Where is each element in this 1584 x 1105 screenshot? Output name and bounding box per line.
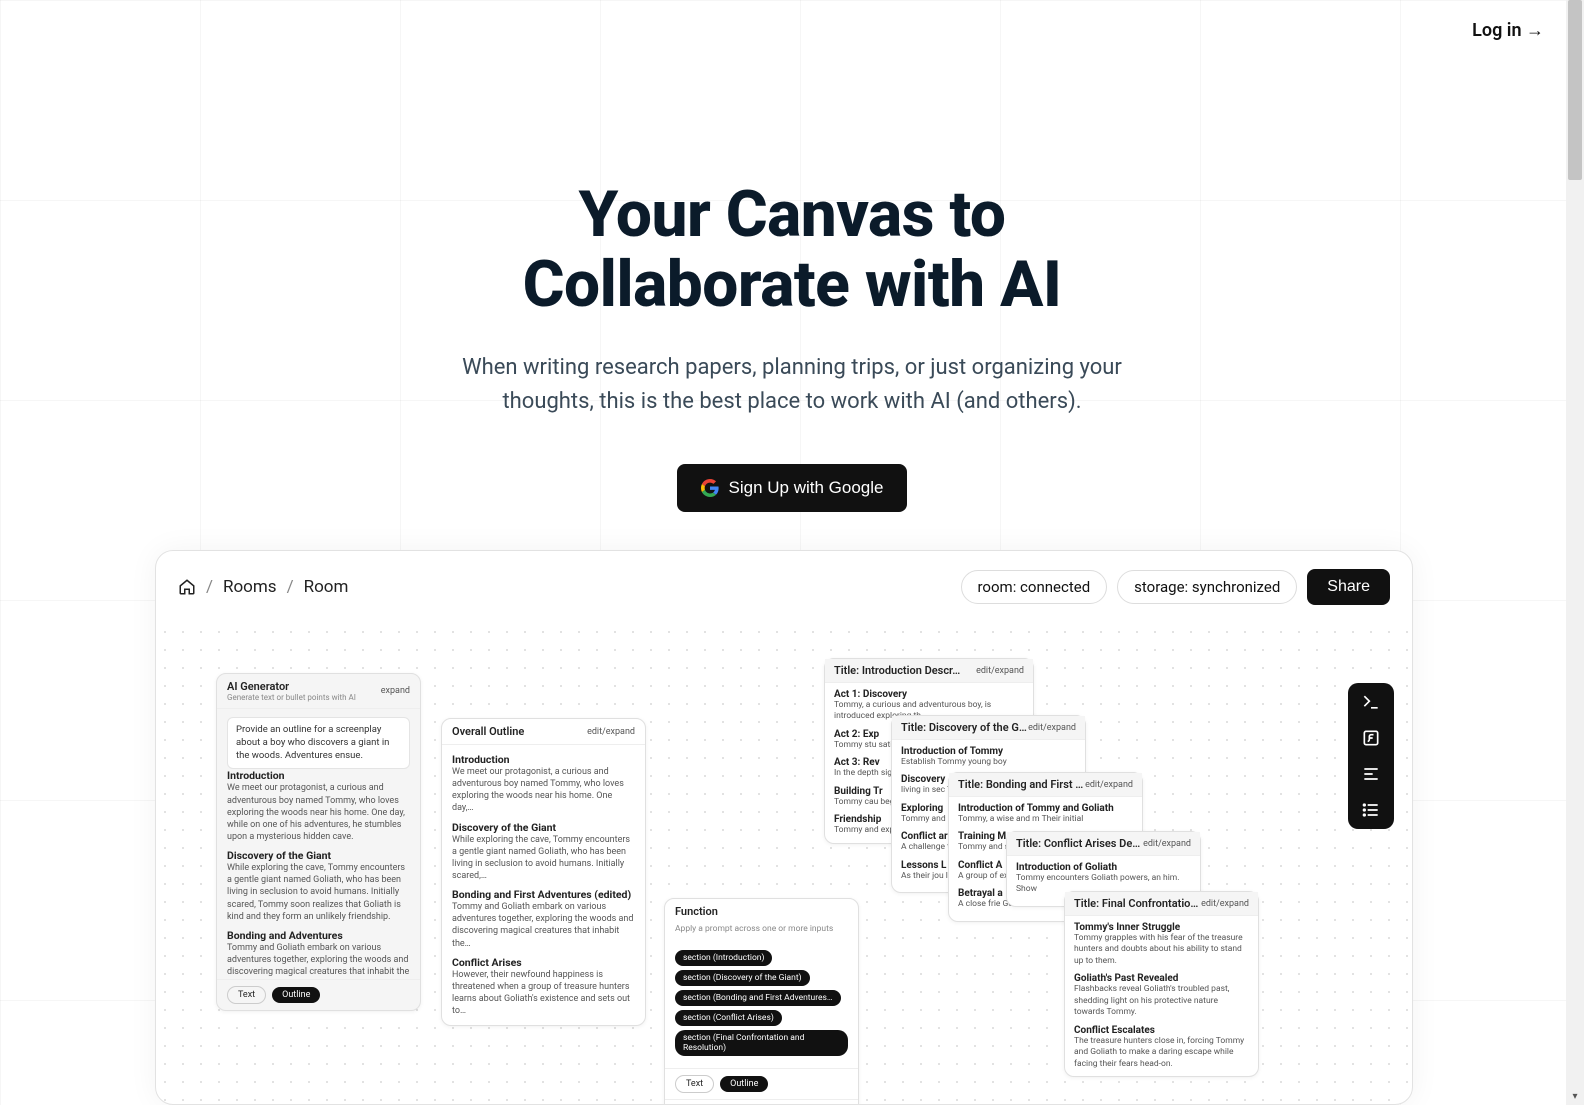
section-heading: Introduction of Goliath (1016, 862, 1191, 873)
section-text: Tommy and Goliath embark on various adve… (452, 901, 635, 950)
final-card-act[interactable]: edit/expand (1201, 899, 1249, 909)
conflict-card-title: Title: Conflict Arises De… (1016, 837, 1140, 850)
section-text: Flashbacks reveal Goliath's troubled pas… (1074, 984, 1249, 1018)
bonding-card-act[interactable]: edit/expand (1085, 780, 1133, 790)
scrollbar-down-arrow-icon[interactable]: ▾ (1566, 1087, 1584, 1105)
ai-prompt-text[interactable]: Provide an outline for a screenplay abou… (227, 717, 410, 769)
hero-subtitle: When writing research papers, planning t… (432, 351, 1152, 419)
conflict-card-act[interactable]: edit/expand (1143, 839, 1191, 849)
function-card-desc: Apply a prompt across one or more inputs (665, 924, 858, 938)
final-card-title: Title: Final Confrontatio… (1074, 897, 1198, 910)
home-icon[interactable] (178, 578, 196, 596)
scrollbar-thumb[interactable] (1568, 0, 1582, 180)
signup-google-button[interactable]: Sign Up with Google (677, 464, 908, 512)
hero-title-line2: Collaborate with AI (523, 247, 1062, 322)
text-left-tool-icon[interactable] (1360, 763, 1382, 785)
section-text: Tommy, a wise and m Their initial (958, 814, 1133, 825)
section-text: We meet our protagonist, a curious and a… (452, 766, 635, 815)
section-text: We meet our protagonist, a curious and a… (227, 782, 410, 843)
section-chip[interactable]: section (Conflict Arises) (675, 1010, 782, 1026)
preview-topbar: / Rooms / Room room: connected storage: … (156, 551, 1412, 623)
function-tool-icon[interactable] (1360, 727, 1382, 749)
login-link[interactable]: Log in → (1472, 20, 1544, 41)
ai-card-expand[interactable]: expand (381, 686, 410, 696)
section-heading: Introduction (227, 769, 410, 782)
section-heading: Introduction (452, 753, 635, 766)
intro-card-act[interactable]: edit/expand (976, 666, 1024, 676)
status-area: room: connected storage: synchronized Sh… (961, 569, 1391, 605)
status-storage-pill: storage: synchronized (1117, 570, 1297, 604)
section-heading: Bonding and First Adventures (edited) (452, 888, 635, 901)
func-outline-button[interactable]: Outline (720, 1076, 768, 1092)
breadcrumb-rooms[interactable]: Rooms (223, 577, 277, 597)
breadcrumb-sep: / (287, 577, 294, 597)
section-text: While exploring the cave, Tommy encounte… (227, 862, 410, 923)
hero-title: Your Canvas to Collaborate with AI (0, 180, 1584, 321)
side-toolbar (1348, 683, 1394, 829)
list-tool-icon[interactable] (1360, 799, 1382, 821)
share-button[interactable]: Share (1307, 569, 1390, 605)
section-heading: Conflict Escalates (1074, 1025, 1249, 1036)
section-heading: Conflict Arises (452, 956, 635, 969)
hero: Your Canvas to Collaborate with AI When … (0, 0, 1584, 512)
breadcrumb-sep: / (206, 577, 213, 597)
section-heading: Act 1: Discovery (834, 689, 1024, 700)
overall-outline-card[interactable]: Overall Outline edit/expand Introduction… (441, 718, 646, 1026)
breadcrumb-room[interactable]: Room (304, 577, 349, 597)
discovery-card-title: Title: Discovery of the G… (901, 721, 1027, 734)
ai-text-button[interactable]: Text (227, 986, 266, 1004)
section-chip[interactable]: section (Introduction) (675, 950, 772, 966)
section-text: While exploring the cave, Tommy encounte… (452, 834, 635, 883)
intro-card-title: Title: Introduction Descr… (834, 664, 960, 677)
section-heading: Discovery of the Giant (452, 821, 635, 834)
outline-card-act[interactable]: edit/expand (587, 727, 635, 737)
section-text: Establish Tommy young boy (901, 757, 1076, 768)
section-heading: Final Confrontation and Resolution (452, 1023, 635, 1025)
section-heading: Tommy's Inner Struggle (1074, 922, 1249, 933)
section-chip[interactable]: section (Final Confrontation and Resolut… (675, 1030, 848, 1056)
section-text: Tommy and Goliath embark on various adve… (227, 942, 410, 979)
ai-outline-button[interactable]: Outline (272, 987, 320, 1003)
final-card[interactable]: Title: Final Confrontatio…edit/expand To… (1064, 891, 1259, 1077)
section-heading: Goliath's Past Revealed (1074, 973, 1249, 984)
section-heading: Introduction of Tommy and Goliath (958, 803, 1133, 814)
vertical-scrollbar[interactable]: ▾ (1566, 0, 1584, 1105)
section-heading: Bonding and Adventures (227, 929, 410, 942)
section-heading: Introduction of Tommy (901, 746, 1076, 757)
section-chip[interactable]: section (Discovery of the Giant) (675, 970, 810, 986)
breadcrumb: / Rooms / Room (178, 577, 348, 597)
canvas-area[interactable]: AI Generator Generate text or bullet poi… (156, 623, 1412, 1105)
discovery-card-act[interactable]: edit/expand (1028, 723, 1076, 733)
ai-card-title: AI Generator (227, 680, 356, 693)
status-room-pill: room: connected (961, 570, 1108, 604)
func-text-button[interactable]: Text (675, 1075, 714, 1093)
terminal-tool-icon[interactable] (1360, 691, 1382, 713)
section-heading: Discovery of the Giant (227, 849, 410, 862)
section-text: Tommy grapples with his fear of the trea… (1074, 933, 1249, 967)
google-icon (701, 479, 719, 497)
preview-window: / Rooms / Room room: connected storage: … (155, 550, 1413, 1105)
function-card[interactable]: Function Apply a prompt across one or mo… (664, 898, 859, 1105)
function-card-title: Function (675, 905, 718, 918)
section-text: The treasure hunters close in, forcing T… (1074, 1036, 1249, 1070)
outline-card-title: Overall Outline (452, 725, 524, 738)
ai-generator-card[interactable]: AI Generator Generate text or bullet poi… (216, 673, 421, 1011)
section-text: However, their newfound happiness is thr… (452, 969, 635, 1018)
bonding-card-title: Title: Bonding and First … (958, 778, 1083, 791)
signup-google-label: Sign Up with Google (729, 478, 884, 498)
topbar: Log in → (0, 0, 1584, 60)
ai-card-subtitle: Generate text or bullet points with AI (227, 693, 356, 702)
section-chip[interactable]: section (Bonding and First Adventures… (675, 990, 841, 1006)
hero-title-line1: Your Canvas to (579, 177, 1006, 252)
